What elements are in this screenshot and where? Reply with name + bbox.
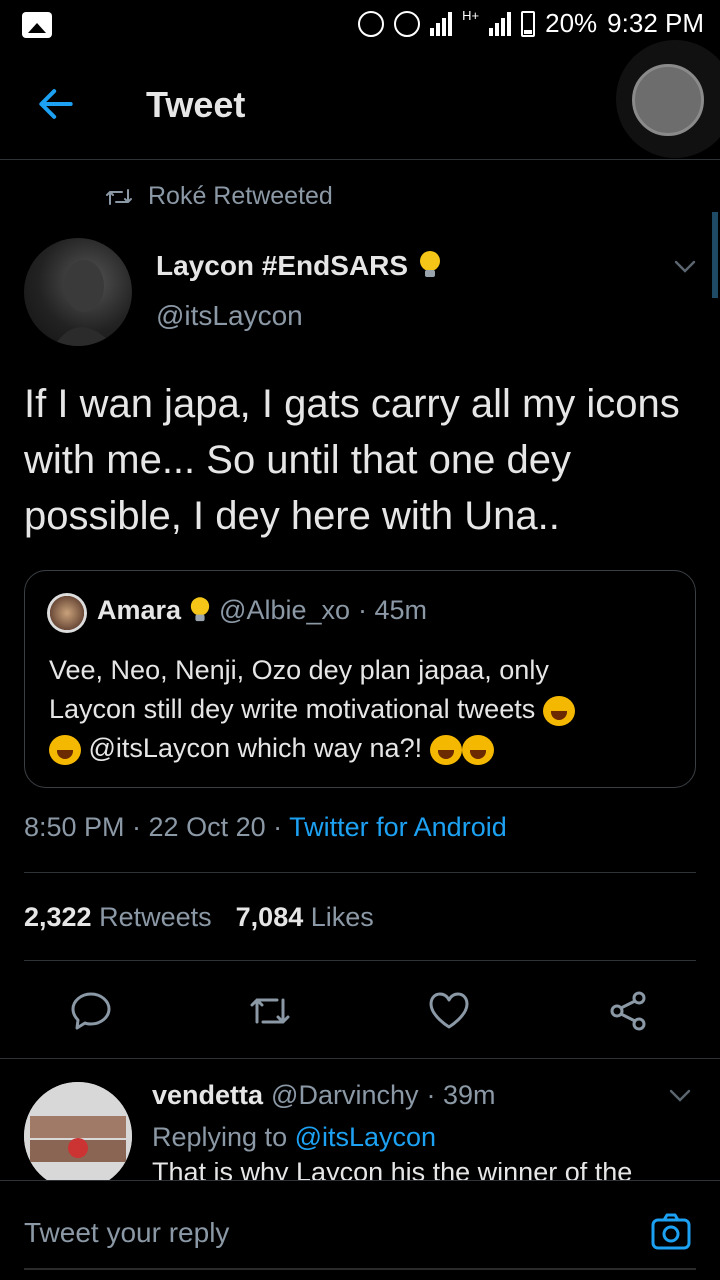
quote-text: Vee, Neo, Nenji, Ozo dey plan japaa, onl… [49, 651, 679, 768]
battery-icon [521, 10, 536, 37]
tweet-timestamp: 8:50 PM · 22 Oct 20 · [24, 812, 290, 842]
reply-input[interactable]: Tweet your reply [24, 1217, 229, 1249]
retweet-label: Roké Retweeted [148, 182, 333, 210]
replying-to-mention[interactable]: @itsLaycon [295, 1122, 436, 1152]
data-saver-icon [358, 10, 385, 37]
tweet-text: If I wan japa, I gats carry all my icons… [24, 382, 680, 538]
floating-bubble-button[interactable] [632, 64, 704, 136]
reply-time: · 39m [426, 1080, 496, 1110]
quote-text-line: @itsLaycon which way na?! [88, 733, 423, 763]
top-app-bar: Tweet [0, 40, 720, 160]
battery-level: 20% [545, 8, 598, 38]
author-name: Laycon #EndSARS [156, 250, 409, 281]
divider [0, 1058, 720, 1059]
tweet-source-link[interactable]: Twitter for Android [289, 812, 507, 842]
quote-author-handle: @Albie_xo [219, 595, 351, 625]
quote-time: · 45m [358, 595, 428, 625]
reply-icon[interactable] [68, 988, 114, 1034]
lightbulb-icon [420, 251, 441, 277]
reply-header: vendetta @Darvinchy · 39m [152, 1080, 496, 1111]
alarm-icon [394, 10, 421, 37]
status-bar: H+ 20% 9:32 PM [0, 0, 720, 52]
author-handle[interactable]: @itsLaycon [156, 300, 303, 332]
arrow-left-icon[interactable] [34, 82, 78, 126]
tweet-actions [0, 988, 720, 1036]
likes-label: Likes [310, 902, 374, 932]
reply-author-handle[interactable]: @Darvinchy [271, 1080, 418, 1111]
grinning-face-emoji-icon [461, 734, 494, 765]
retweets-label: Retweets [99, 902, 212, 932]
replying-to: Replying to @itsLaycon [152, 1122, 436, 1153]
retweet-icon[interactable] [247, 988, 293, 1034]
signal-icon [430, 11, 453, 36]
camera-icon[interactable] [650, 1211, 692, 1253]
retweets-count: 2,322 [24, 902, 92, 932]
quote-text-line: Vee, Neo, Nenji, Ozo dey plan japaa, onl… [49, 655, 549, 685]
tweet-stats: 2,322 Retweets 7,084 Likes [24, 902, 374, 933]
author-avatar[interactable] [24, 238, 132, 346]
chevron-down-icon[interactable] [668, 1086, 692, 1104]
crying-face-emoji-icon [49, 734, 81, 765]
heart-icon[interactable] [426, 988, 472, 1034]
reply-author-name[interactable]: vendetta [152, 1080, 263, 1111]
author-name-row[interactable]: Laycon #EndSARS [156, 250, 442, 282]
crying-face-emoji-icon [429, 734, 462, 765]
retweets-stat[interactable]: 2,322 Retweets [24, 902, 212, 933]
reply-text-content: That is why Laycon his the winner of the [152, 1162, 633, 1180]
reply-author-avatar[interactable] [24, 1082, 132, 1190]
crying-face-emoji-icon [542, 695, 575, 726]
quoted-tweet[interactable]: Amara @Albie_xo · 45m Vee, Neo, Nenji, O… [24, 570, 696, 788]
quote-header: Amara @Albie_xo · 45m [97, 595, 427, 626]
reply-composer[interactable]: Tweet your reply [0, 1180, 720, 1280]
quote-author-name: Amara [97, 595, 182, 625]
signal-icon-2 [489, 11, 512, 36]
chevron-down-icon[interactable] [672, 256, 698, 276]
tweet-meta: 8:50 PM · 22 Oct 20 · Twitter for Androi… [24, 812, 507, 843]
quote-author-avatar [47, 593, 87, 633]
network-type: H+ [462, 8, 480, 23]
bottom-divider [24, 1268, 696, 1270]
divider [24, 960, 696, 961]
clock: 9:32 PM [607, 8, 704, 38]
reply-author-avatar-image [24, 1082, 132, 1190]
lightbulb-icon [190, 596, 210, 621]
gallery-notification-icon [22, 12, 52, 38]
retweet-context[interactable]: Roké Retweeted [104, 182, 333, 211]
likes-stat[interactable]: 7,084 Likes [236, 902, 374, 933]
retweet-icon [106, 188, 132, 205]
share-icon[interactable] [605, 988, 651, 1034]
divider [24, 872, 696, 873]
likes-count: 7,084 [235, 902, 304, 932]
scrollbar[interactable] [712, 212, 718, 298]
page-title: Tweet [146, 84, 246, 125]
status-icons: H+ 20% 9:32 PM [358, 8, 704, 39]
replying-to-prefix: Replying to [152, 1122, 295, 1152]
reply-text: That is why Laycon his the winner of the [152, 1162, 692, 1180]
author-avatar-image [54, 260, 114, 346]
quote-text-line: Laycon still dey write motivational twee… [49, 694, 536, 724]
